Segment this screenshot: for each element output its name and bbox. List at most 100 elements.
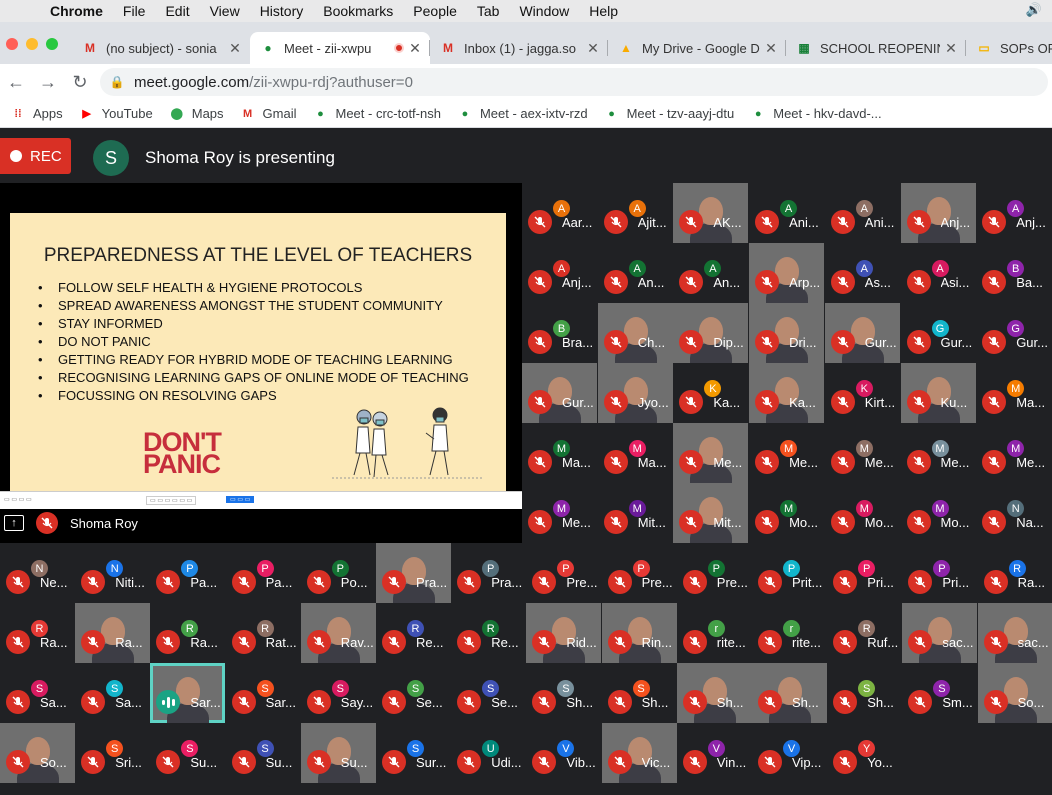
- participant-tile[interactable]: P Pa...: [225, 543, 301, 603]
- participant-tile[interactable]: V Vip...: [752, 723, 827, 783]
- participant-tile[interactable]: Sh...: [676, 663, 752, 723]
- close-window-icon[interactable]: [6, 38, 18, 50]
- participant-tile[interactable]: P Pre...: [676, 543, 752, 603]
- bookmark-5[interactable]: ● Meet - aex-ixtv-rzd: [457, 106, 588, 122]
- participant-tile[interactable]: Sh...: [752, 663, 827, 723]
- participant-tile[interactable]: Gur...: [824, 303, 900, 363]
- participant-tile[interactable]: U Udi...: [451, 723, 527, 783]
- tab-close-icon[interactable]: ✕: [764, 40, 778, 57]
- participant-tile[interactable]: Mit...: [673, 483, 749, 543]
- participant-tile[interactable]: M Mo...: [824, 483, 900, 543]
- participant-tile[interactable]: P Pri...: [827, 543, 903, 603]
- tab-close-icon[interactable]: ✕: [586, 40, 600, 57]
- participant-tile[interactable]: B Bra...: [522, 303, 597, 363]
- participant-tile[interactable]: A Ani...: [824, 183, 900, 243]
- participant-tile[interactable]: G Gur...: [900, 303, 976, 363]
- participant-tile[interactable]: S Sar...: [225, 663, 301, 723]
- menu-edit[interactable]: Edit: [155, 3, 199, 19]
- participant-tile[interactable]: P Po...: [300, 543, 376, 603]
- participant-tile[interactable]: S Sur...: [376, 723, 451, 783]
- bookmark-4[interactable]: ● Meet - crc-totf-nsh: [312, 106, 441, 122]
- participant-tile[interactable]: R Re...: [451, 603, 527, 663]
- participant-tile[interactable]: Ch...: [597, 303, 673, 363]
- participant-tile[interactable]: r rite...: [752, 603, 827, 663]
- participant-tile[interactable]: A An...: [673, 243, 749, 303]
- participant-tile[interactable]: N Niti...: [75, 543, 151, 603]
- participant-tile[interactable]: A Asi...: [900, 243, 976, 303]
- address-bar[interactable]: 🔒 meet.google.com/zii-xwpu-rdj?authuser=…: [100, 68, 1048, 96]
- bookmark-6[interactable]: ● Meet - tzv-aayj-dtu: [604, 106, 734, 122]
- participant-tile[interactable]: P Prit...: [752, 543, 827, 603]
- participant-tile[interactable]: M Ma...: [976, 363, 1052, 423]
- menu-app-name[interactable]: Chrome: [40, 3, 113, 19]
- participant-tile[interactable]: M Me...: [900, 423, 976, 483]
- participant-tile[interactable]: V Vin...: [676, 723, 752, 783]
- menu-help[interactable]: Help: [579, 3, 628, 19]
- menu-history[interactable]: History: [250, 3, 314, 19]
- participant-tile[interactable]: Ka...: [749, 363, 825, 423]
- participant-tile[interactable]: Anj...: [900, 183, 976, 243]
- participant-tile[interactable]: Sar...: [150, 663, 226, 723]
- bookmark-1[interactable]: ▶ YouTube: [79, 106, 152, 122]
- tab-4[interactable]: ▦ SCHOOL REOPENIN ✕: [786, 32, 966, 64]
- participant-tile[interactable]: Jyo...: [597, 363, 673, 423]
- participant-tile[interactable]: P Pri...: [902, 543, 978, 603]
- participant-tile[interactable]: S Se...: [451, 663, 527, 723]
- minimize-window-icon[interactable]: [26, 38, 38, 50]
- participant-tile[interactable]: M Mo...: [749, 483, 825, 543]
- participant-tile[interactable]: M Ma...: [597, 423, 673, 483]
- participant-tile[interactable]: V Vib...: [526, 723, 602, 783]
- participant-tile[interactable]: Ku...: [900, 363, 976, 423]
- participant-tile[interactable]: R Ra...: [977, 543, 1052, 603]
- participant-tile[interactable]: A Aar...: [522, 183, 597, 243]
- participant-tile[interactable]: A Anj...: [522, 243, 597, 303]
- participant-tile[interactable]: Ra...: [75, 603, 151, 663]
- participant-tile[interactable]: Rid...: [526, 603, 602, 663]
- tab-close-icon[interactable]: ✕: [228, 40, 242, 57]
- bookmark-2[interactable]: ⬤ Maps: [169, 106, 224, 122]
- participant-tile[interactable]: S Say...: [300, 663, 376, 723]
- tab-5[interactable]: ▭ SOPs OF: [966, 32, 1052, 64]
- menu-file[interactable]: File: [113, 3, 156, 19]
- present-arrow-icon[interactable]: ↑: [4, 515, 24, 531]
- participant-tile[interactable]: K Kirt...: [824, 363, 900, 423]
- participant-tile[interactable]: S Sri...: [75, 723, 151, 783]
- tab-close-icon[interactable]: ✕: [944, 40, 958, 57]
- participant-tile[interactable]: R Ra...: [150, 603, 226, 663]
- participant-tile[interactable]: AK...: [673, 183, 749, 243]
- participant-tile[interactable]: S Se...: [376, 663, 451, 723]
- participant-tile[interactable]: S Sh...: [601, 663, 677, 723]
- participant-tile[interactable]: P Pra...: [451, 543, 527, 603]
- participant-tile[interactable]: M Me...: [976, 423, 1052, 483]
- participant-tile[interactable]: N Na...: [976, 483, 1052, 543]
- reload-icon[interactable]: ↻: [64, 72, 96, 93]
- participant-tile[interactable]: Rav...: [300, 603, 376, 663]
- participant-tile[interactable]: M Me...: [522, 483, 597, 543]
- participant-tile[interactable]: B Ba...: [976, 243, 1052, 303]
- menu-window[interactable]: Window: [509, 3, 579, 19]
- participant-tile[interactable]: R Rat...: [225, 603, 301, 663]
- participant-tile[interactable]: P Pre...: [526, 543, 602, 603]
- recording-badge[interactable]: REC: [0, 138, 71, 174]
- participant-tile[interactable]: Arp...: [749, 243, 825, 303]
- participant-tile[interactable]: S Su...: [150, 723, 226, 783]
- participant-tile[interactable]: Su...: [300, 723, 376, 783]
- menu-view[interactable]: View: [200, 3, 250, 19]
- participant-tile[interactable]: P Pre...: [601, 543, 677, 603]
- menu-people[interactable]: People: [403, 3, 467, 19]
- participant-tile[interactable]: M Ma...: [522, 423, 597, 483]
- participant-tile[interactable]: N Ne...: [0, 543, 75, 603]
- participant-tile[interactable]: Vic...: [601, 723, 677, 783]
- participant-tile[interactable]: Dip...: [673, 303, 749, 363]
- presentation-stage[interactable]: PREPAREDNESS AT THE LEVEL OF TEACHERS FO…: [0, 183, 522, 543]
- menu-tab[interactable]: Tab: [467, 3, 510, 19]
- participant-tile[interactable]: M Mo...: [900, 483, 976, 543]
- volume-icon[interactable]: 🔊: [1026, 2, 1042, 18]
- participant-tile[interactable]: Gur...: [522, 363, 597, 423]
- participant-tile[interactable]: So...: [0, 723, 75, 783]
- participant-tile[interactable]: G Gur...: [976, 303, 1052, 363]
- participant-tile[interactable]: S Sa...: [75, 663, 151, 723]
- participant-tile[interactable]: P Pa...: [150, 543, 226, 603]
- participant-tile[interactable]: S Sm...: [902, 663, 978, 723]
- participant-tile[interactable]: M Mit...: [597, 483, 673, 543]
